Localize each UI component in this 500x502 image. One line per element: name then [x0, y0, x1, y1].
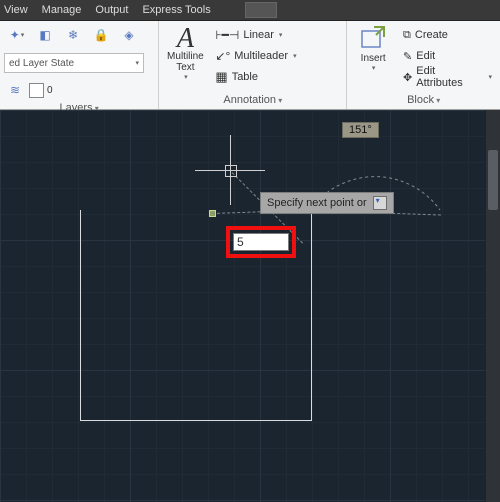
chevron-down-icon: ▾ — [135, 59, 139, 67]
create-icon: ⧉ — [403, 29, 411, 42]
chevron-down-icon: ▾ — [279, 31, 283, 39]
table-icon: ▦ — [215, 69, 227, 85]
text-icon: A — [177, 23, 194, 51]
chevron-down-icon: ▾ — [293, 52, 297, 60]
insert-button[interactable]: Insert ▾ — [351, 23, 395, 72]
multiline-text-label: Multiline Text — [163, 51, 207, 73]
chevron-down-icon: ▾ — [184, 73, 188, 81]
create-block-button[interactable]: ⧉ Create — [399, 25, 496, 45]
pick-box — [225, 165, 237, 177]
block-panel: Insert ▾ ⧉ Create ✎ Edit ✥ Edit Attribut… — [347, 21, 500, 109]
table-button[interactable]: ▦ Table — [211, 67, 300, 87]
distance-input[interactable]: 5 — [233, 233, 289, 251]
layer-lock-btn[interactable]: 🔒 — [88, 23, 114, 47]
edit-block-button[interactable]: ✎ Edit — [399, 46, 496, 66]
annotation-panel: A Multiline Text ▾ ⊦━⊣ Linear ▾ ↙° Multi… — [159, 21, 347, 109]
linear-label: Linear — [243, 29, 274, 41]
annotation-panel-title[interactable]: Annotation — [163, 92, 342, 109]
multiline-text-button[interactable]: A Multiline Text ▾ — [163, 23, 207, 81]
prompt-text: Specify next point or — [267, 197, 367, 209]
edit-attr-label: Edit Attributes — [416, 65, 483, 89]
scrollbar-thumb[interactable] — [488, 150, 498, 210]
prompt-options-icon[interactable] — [373, 196, 387, 210]
layer-state-dropdown[interactable]: ed Layer State ▾ — [4, 53, 144, 73]
drawing-canvas[interactable]: 151° Specify next point or 5 — [0, 110, 500, 502]
edit-icon: ✎ — [403, 50, 412, 63]
layer-state-btn[interactable]: ✦▾ — [4, 23, 30, 47]
highlight-box: 5 — [226, 226, 296, 258]
layer-iso-btn[interactable]: ◧ — [32, 23, 58, 47]
vertical-scrollbar[interactable] — [485, 110, 500, 502]
menu-bar: View Manage Output Express Tools — [0, 0, 500, 21]
menu-express-tools[interactable]: Express Tools — [142, 4, 210, 16]
edit-label: Edit — [416, 50, 435, 62]
create-label: Create — [415, 29, 448, 41]
layer-state-label: ed Layer State — [9, 58, 74, 69]
linear-dim-button[interactable]: ⊦━⊣ Linear ▾ — [211, 25, 300, 45]
current-layer-name: 0 — [47, 85, 53, 96]
multileader-label: Multileader — [234, 50, 288, 62]
layer-tools-row: ✦▾ ◧ ❄ 🔒 ◈ — [4, 23, 142, 47]
insert-icon — [358, 25, 388, 53]
distance-value: 5 — [237, 235, 244, 249]
dynamic-prompt: Specify next point or — [260, 192, 394, 214]
chevron-down-icon: ▾ — [372, 64, 376, 72]
layer-color-swatch[interactable] — [29, 83, 44, 98]
linear-icon: ⊦━⊣ — [215, 28, 239, 42]
chevron-down-icon: ▾ — [488, 73, 492, 81]
block-panel-title[interactable]: Block — [351, 92, 496, 109]
layer-freeze-btn[interactable]: ❄ — [60, 23, 86, 47]
ribbon: ✦▾ ◧ ❄ 🔒 ◈ ed Layer State ▾ ≋ 0 Layers A… — [0, 21, 500, 110]
multileader-icon: ↙° — [215, 49, 230, 63]
multileader-button[interactable]: ↙° Multileader ▾ — [211, 46, 300, 66]
menu-manage[interactable]: Manage — [42, 4, 82, 16]
table-label: Table — [232, 71, 258, 83]
layer-off-btn[interactable]: ◈ — [116, 23, 142, 47]
menu-search-box[interactable] — [245, 2, 277, 18]
attributes-icon: ✥ — [403, 71, 412, 84]
layer-swatch-row: ≋ 0 — [4, 80, 53, 100]
insert-label: Insert — [361, 53, 386, 64]
menu-output[interactable]: Output — [95, 4, 128, 16]
menu-view[interactable]: View — [4, 4, 28, 16]
layers-panel: ✦▾ ◧ ❄ 🔒 ◈ ed Layer State ▾ ≋ 0 Layers — [0, 21, 159, 109]
edit-attributes-button[interactable]: ✥ Edit Attributes ▾ — [399, 67, 496, 87]
layer-match-btn[interactable]: ≋ — [4, 80, 26, 100]
angle-readout: 151° — [342, 122, 379, 138]
